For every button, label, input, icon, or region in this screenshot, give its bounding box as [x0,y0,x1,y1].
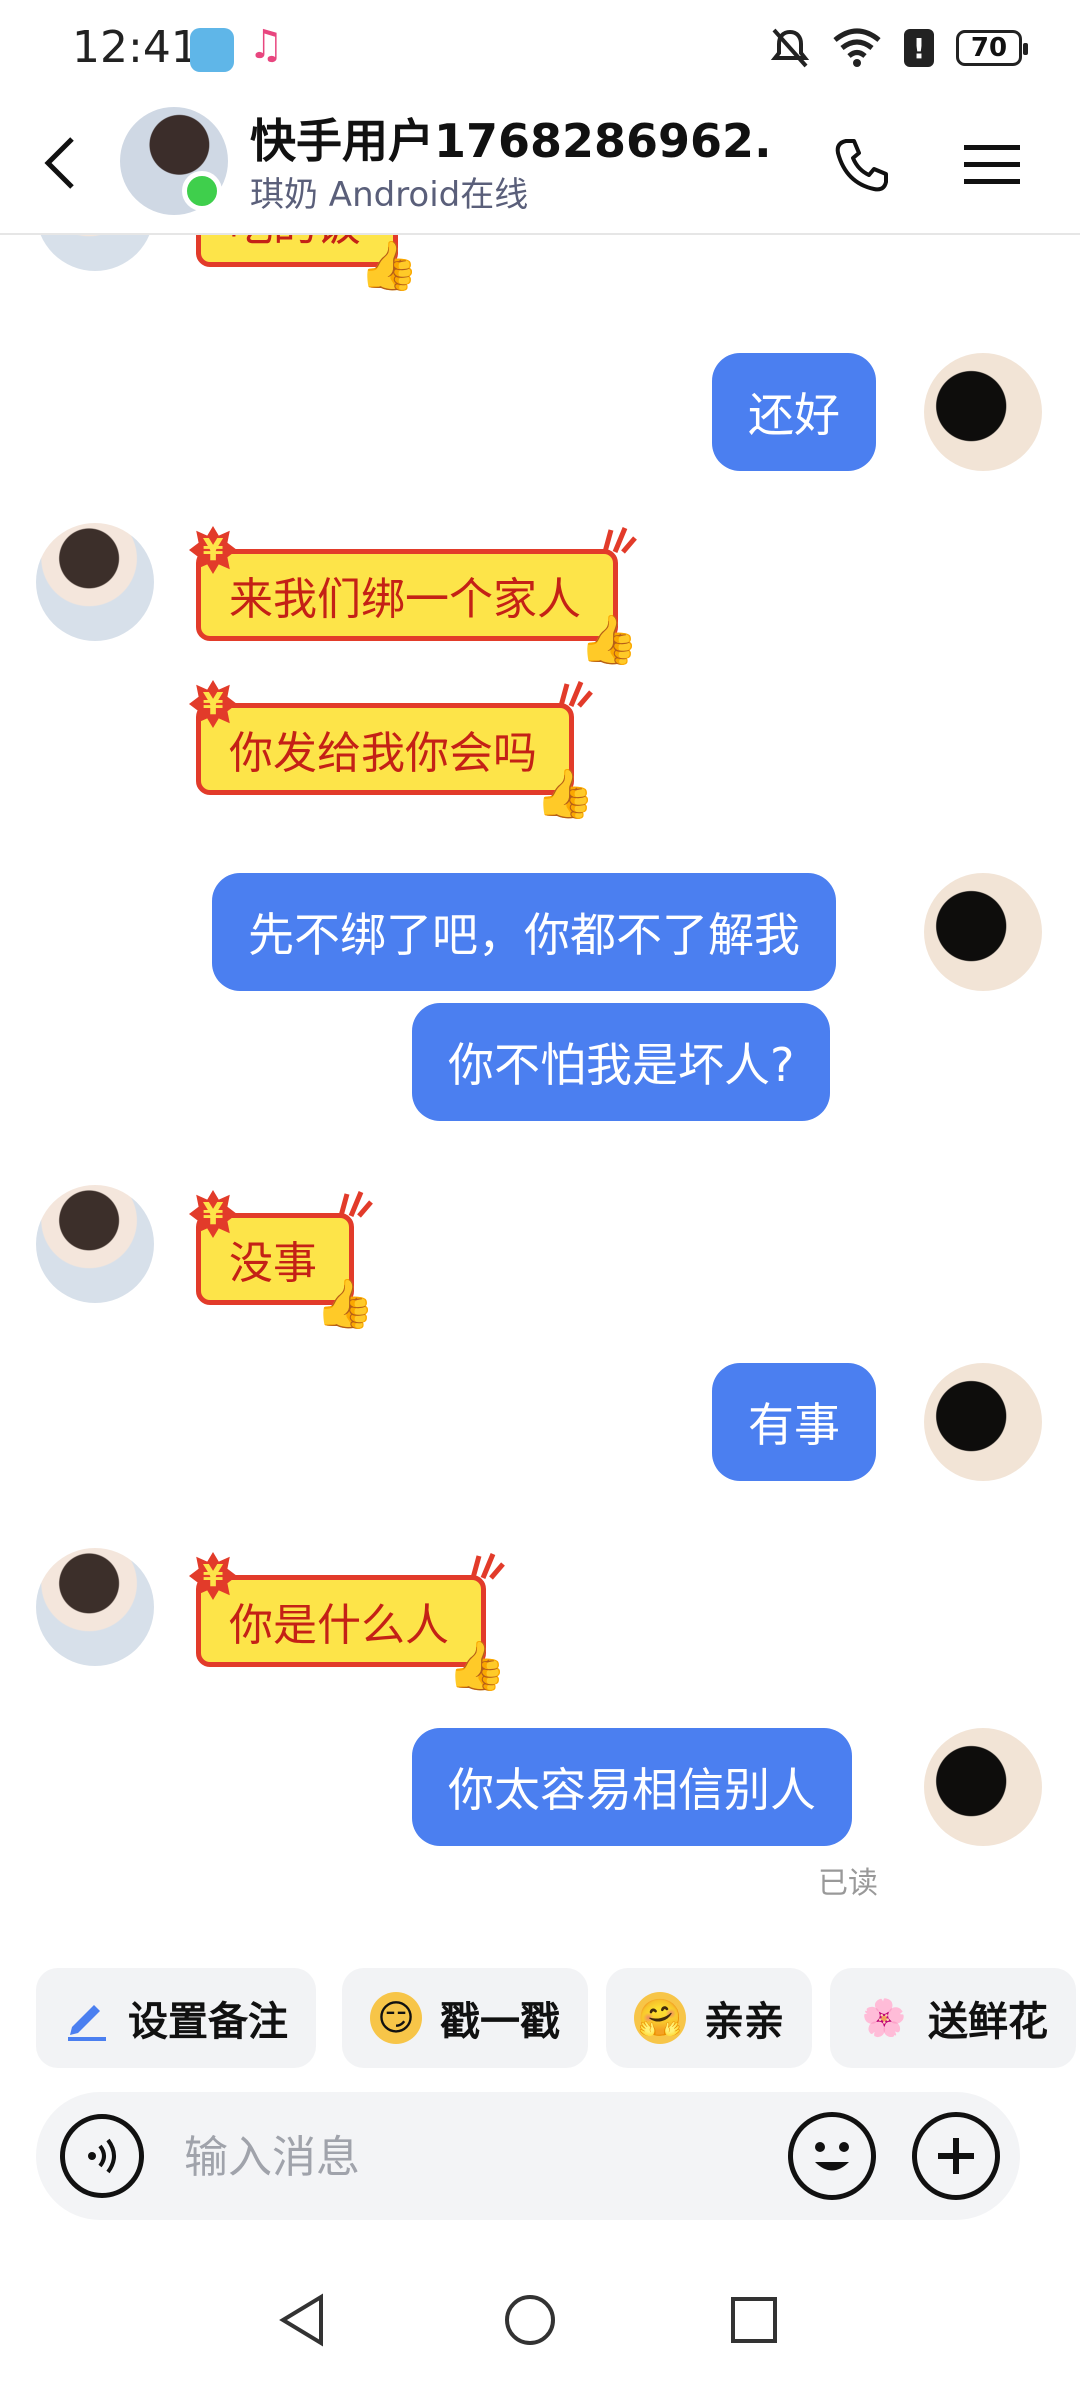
sparkle-rays-icon [558,681,593,708]
text-message[interactable]: 还好 [712,353,876,471]
message-text: 你太容易相信别人 [448,1763,816,1817]
message-text: 先不绑了吧，你都不了解我 [248,908,800,962]
poke-button[interactable]: 😏 戳一戳 [342,1968,588,2068]
peer-avatar[interactable] [36,1185,154,1303]
pencil-icon [68,2005,106,2041]
sparkle-rays-icon [470,1553,505,1580]
voice-wave-icon [88,2138,116,2174]
sticker-message[interactable]: ¥ 来我们绑一个家人 👍 [189,526,639,668]
thumbs-up-icon: 👍 [579,612,639,668]
status-icons: ! 70 [770,26,1028,70]
wifi-icon [833,28,881,67]
hamburger-menu-icon [964,145,1020,184]
menu-button[interactable] [952,125,1032,205]
message-text: 还好 [748,388,840,442]
text-message[interactable]: 有事 [712,1363,876,1481]
sparkle-rays-icon [602,527,637,554]
alert-icon: ! [904,29,934,67]
quick-actions-bar: 设置备注 😏 戳一戳 🤗 亲亲 🌸 送鲜花 [0,1968,1080,2068]
chip-label: 设置备注 [128,1999,288,2045]
sticker-message[interactable]: ¥ 没事 👍 [189,1190,375,1332]
book-app-icon [190,28,234,72]
chip-label: 戳一戳 [440,1999,560,2045]
set-remark-button[interactable]: 设置备注 [36,1968,316,2068]
system-nav-bar [0,2240,1080,2400]
plus-icon [938,2138,974,2174]
square-recents-icon [731,2297,777,2343]
sticker-message[interactable]: ¥ 你是什么人 👍 [189,1552,507,1694]
sticker-text: 没事 [229,1238,317,1289]
message-input[interactable] [182,2122,786,2192]
smiley-icon [815,2142,849,2171]
contact-status: 琪奶 Android在线 [250,175,529,215]
thumbs-up-icon: 👍 [535,766,595,822]
mute-bell-icon [770,28,810,68]
self-avatar[interactable] [924,353,1042,471]
sticker-text: 你是什么人 [229,1600,449,1651]
self-avatar[interactable] [924,873,1042,991]
thumbs-up-icon: 👍 [359,238,419,294]
nav-recents-button[interactable] [714,2280,794,2360]
text-message[interactable]: 你太容易相信别人 [412,1728,852,1846]
message-list[interactable]: 吃的饭 👍 还好 ¥ 来我们绑一个家人 👍 ¥ 你发给我你会吗 👍 先不绑了吧，… [0,233,1080,1953]
poke-emoji-icon: 😏 [370,1992,422,2044]
thumbs-up-icon: 👍 [315,1276,375,1332]
online-status-dot [182,171,222,211]
kiss-button[interactable]: 🤗 亲亲 [606,1968,812,2068]
nav-home-button[interactable] [490,2280,570,2360]
text-message[interactable]: 你不怕我是坏人? [412,1003,831,1121]
input-bar [36,2092,1020,2220]
voice-button[interactable] [60,2114,144,2198]
circle-home-icon [505,2295,555,2345]
flower-icon: 🌸 [861,1998,907,2039]
peer-avatar[interactable] [36,1548,154,1666]
phone-icon [835,139,888,192]
nav-back-button[interactable] [262,2280,342,2360]
sticker-text: 吃的饭 [229,233,361,253]
sticker-text: 来我们绑一个家人 [229,574,581,625]
message-text: 有事 [748,1398,840,1452]
more-button[interactable] [912,2112,1000,2200]
thumbs-up-icon: 👍 [447,1638,507,1694]
self-avatar[interactable] [924,1728,1042,1846]
chip-label: 亲亲 [704,1999,784,2045]
emoji-button[interactable] [788,2112,876,2200]
chip-label: 送鲜花 [928,1999,1048,2045]
triangle-back-icon [279,2293,323,2347]
self-avatar[interactable] [924,1363,1042,1481]
sticker-text: 你发给我你会吗 [229,728,537,779]
battery-icon: 70 [956,30,1028,66]
contact-name[interactable]: 快手用户1768286962... [250,105,770,171]
call-button[interactable] [822,125,902,205]
chat-header: 快手用户1768286962... 琪奶 Android在线 [0,95,1080,235]
send-flower-button[interactable]: 🌸 送鲜花 [830,1968,1076,2068]
sparkle-rays-icon [338,1191,373,1218]
back-button[interactable] [22,125,98,201]
back-arrow-icon [44,137,74,189]
music-app-icon: ♫ [248,22,284,68]
status-bar: 12:41 ♫ ! 70 [0,0,1080,95]
kiss-emoji-icon: 🤗 [634,1992,686,2044]
sticker-message[interactable]: ¥ 你发给我你会吗 👍 [189,680,595,822]
sticker-message[interactable]: 吃的饭 👍 [196,233,419,294]
peer-avatar[interactable] [36,523,154,641]
read-receipt: 已读 [818,1866,878,1901]
message-text: 你不怕我是坏人? [448,1038,795,1092]
peer-avatar[interactable] [36,233,154,271]
text-message[interactable]: 先不绑了吧，你都不了解我 [212,873,836,991]
status-time: 12:41 [72,22,199,73]
